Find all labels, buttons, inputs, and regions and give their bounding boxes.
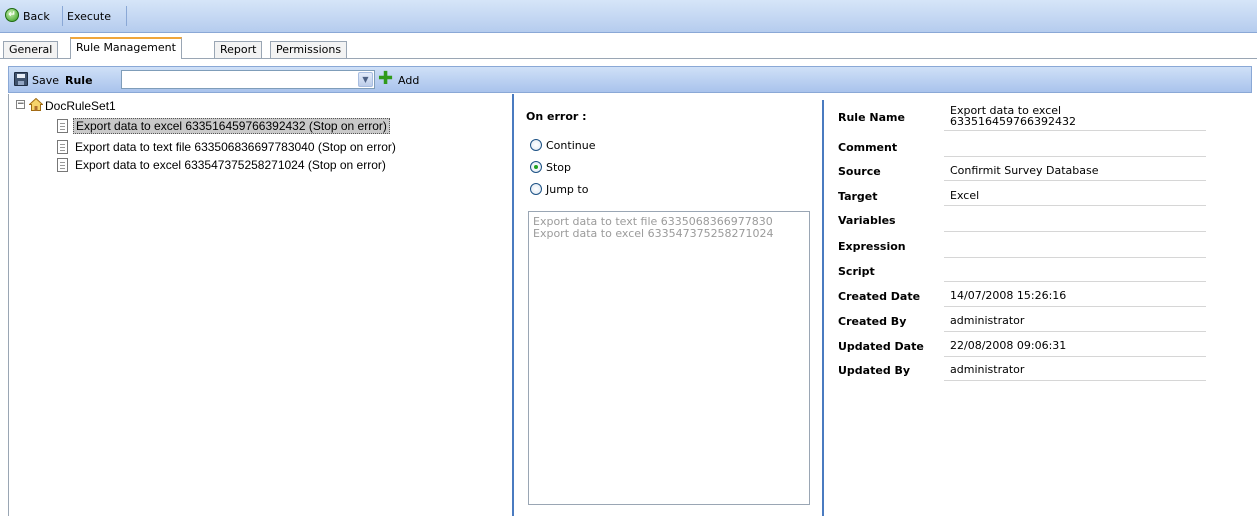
detail-value: administrator xyxy=(950,314,1025,327)
detail-value: administrator xyxy=(950,363,1025,376)
document-icon xyxy=(57,158,68,172)
detail-label: Updated By xyxy=(838,364,911,377)
rule-label: Rule xyxy=(65,74,93,87)
jump-to-list[interactable]: Export data to text file 633506836697783… xyxy=(528,211,810,505)
detail-underline xyxy=(944,281,1206,282)
detail-underline xyxy=(944,331,1206,332)
radio-button[interactable] xyxy=(530,161,542,173)
detail-label: Target xyxy=(838,190,878,203)
rule-toolbar: Save Rule ▼ ✚ Add xyxy=(8,66,1252,93)
tab-baseline xyxy=(0,58,1257,59)
pane-divider[interactable] xyxy=(822,100,824,516)
radio-button[interactable] xyxy=(530,183,542,195)
detail-underline xyxy=(944,231,1206,232)
add-plus-icon[interactable]: ✚ xyxy=(377,70,394,88)
detail-label: Created Date xyxy=(838,290,921,303)
detail-value: 22/08/2008 09:06:31 xyxy=(950,339,1067,352)
detail-label: Created By xyxy=(838,315,907,328)
detail-value: Excel xyxy=(950,189,980,202)
detail-underline xyxy=(944,306,1206,307)
radio-label[interactable]: Jump to xyxy=(546,183,588,196)
detail-label: Rule Name xyxy=(838,111,905,124)
tree-collapse-toggle[interactable]: − xyxy=(16,100,25,109)
document-icon xyxy=(57,140,68,154)
house-icon xyxy=(29,98,43,111)
detail-underline xyxy=(944,356,1206,357)
radio-button[interactable] xyxy=(530,139,542,151)
detail-underline xyxy=(944,257,1206,258)
tab-general[interactable]: General xyxy=(3,41,59,58)
detail-label: Updated Date xyxy=(838,340,924,353)
tree-item-label[interactable]: Export data to excel 633516459766392432 … xyxy=(73,118,390,134)
document-icon xyxy=(57,119,68,133)
top-toolbar: ↵ Back Execute xyxy=(0,0,1257,33)
chevron-down-icon[interactable]: ▼ xyxy=(358,72,373,87)
execute-button[interactable]: Execute xyxy=(67,10,111,23)
tab-report[interactable]: Report xyxy=(214,41,263,58)
tab-strip: General Rule Management Report Permissio… xyxy=(0,33,1257,60)
detail-label: Script xyxy=(838,265,875,278)
tree-item-label[interactable]: Export data to excel 633547375258271024 … xyxy=(73,158,388,172)
tree-item-label[interactable]: Export data to text file 633506836697783… xyxy=(73,140,398,154)
detail-label: Source xyxy=(838,165,881,178)
tab-rule-management[interactable]: Rule Management xyxy=(70,37,182,59)
save-button[interactable]: Save xyxy=(32,74,59,87)
add-button[interactable]: Add xyxy=(398,74,419,87)
detail-underline xyxy=(944,380,1206,381)
back-arrow-icon[interactable]: ↵ xyxy=(5,8,19,22)
detail-underline xyxy=(944,156,1206,157)
save-icon[interactable] xyxy=(14,72,28,86)
pane-divider[interactable] xyxy=(512,94,514,516)
toolbar-separator xyxy=(126,6,127,26)
detail-value: Confirmit Survey Database xyxy=(950,164,1099,177)
detail-underline xyxy=(944,130,1206,131)
detail-underline xyxy=(944,205,1206,206)
toolbar-separator xyxy=(62,6,63,26)
back-button[interactable]: Back xyxy=(23,10,50,23)
detail-value: 14/07/2008 15:26:16 xyxy=(950,289,1067,302)
radio-label[interactable]: Stop xyxy=(546,161,571,174)
detail-underline xyxy=(944,180,1206,181)
detail-label: Expression xyxy=(838,240,906,253)
on-error-title: On error : xyxy=(526,110,587,123)
detail-label: Variables xyxy=(838,214,896,227)
rule-select[interactable]: ▼ xyxy=(121,70,375,89)
tab-permissions[interactable]: Permissions xyxy=(270,41,348,58)
detail-label: Comment xyxy=(838,141,898,154)
tree-root-label[interactable]: DocRuleSet1 xyxy=(45,99,116,113)
detail-value: 633516459766392432 xyxy=(950,115,1076,128)
radio-label[interactable]: Continue xyxy=(546,139,595,152)
list-item[interactable]: Export data to excel 633547375258271024 xyxy=(529,228,809,240)
